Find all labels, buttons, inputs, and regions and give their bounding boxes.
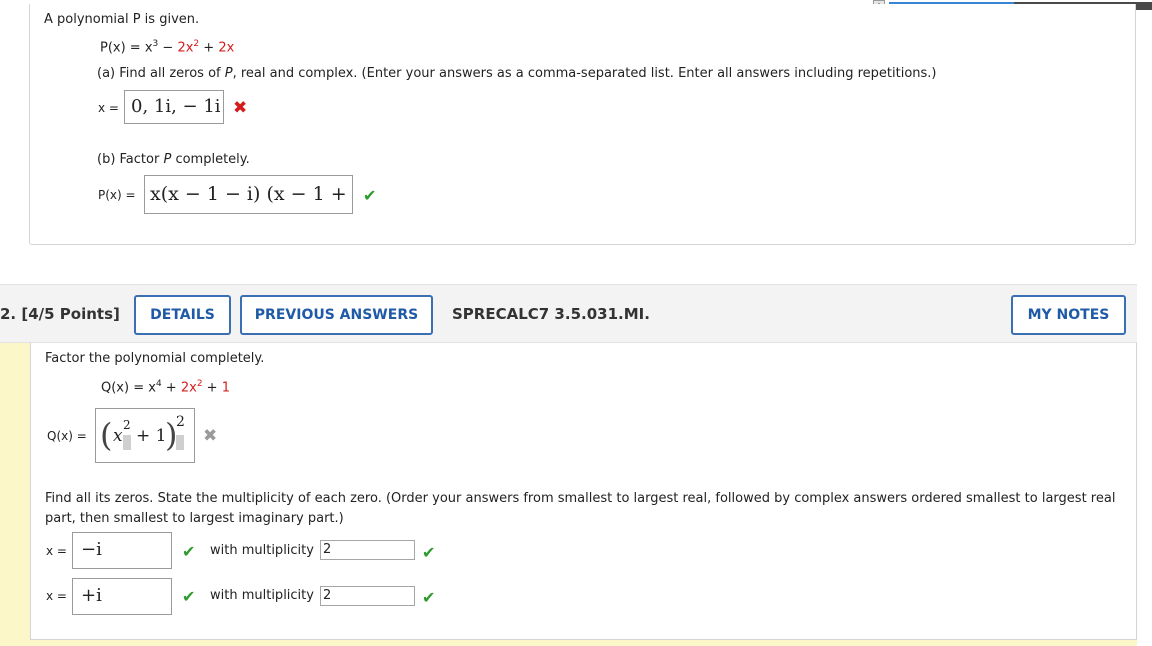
part-a-answer-box[interactable]: 0, 1i, − 1i bbox=[124, 90, 224, 124]
poly-term: x bbox=[144, 40, 153, 56]
multiplicity-2-input[interactable]: 2 bbox=[320, 586, 415, 606]
question-2-marker bbox=[0, 343, 30, 646]
poly-lhs: Q(x) = bbox=[101, 380, 149, 396]
question-2-bottom-strip bbox=[30, 640, 1137, 646]
zero-2-input[interactable]: +i bbox=[72, 578, 172, 615]
label-text: (a) Find all zeros of bbox=[97, 66, 225, 81]
poly-term: 1 bbox=[221, 380, 230, 396]
zeros-prompt: Find all its zeros. State the multiplici… bbox=[45, 491, 1116, 526]
correct-icon: ✔ bbox=[422, 543, 436, 562]
correct-icon: ✔ bbox=[363, 186, 377, 205]
poly-term: x bbox=[148, 380, 156, 396]
inner-exponent: 2 bbox=[123, 418, 131, 432]
poly-lhs: P(x) = bbox=[100, 40, 145, 56]
poly-term: 2x bbox=[177, 40, 194, 56]
question-code: SPRECALC7 3.5.031.MI. bbox=[452, 305, 650, 323]
label-var: P bbox=[224, 66, 233, 81]
incorrect-icon: ✖ bbox=[233, 98, 248, 118]
part-a-label: (a) Find all zeros of P, real and comple… bbox=[97, 66, 937, 81]
q2-prompt: Factor the polynomial completely. bbox=[45, 351, 265, 366]
cursor-placeholder bbox=[123, 435, 131, 450]
part-b-answer-box[interactable]: x(x − 1 − i) (x − 1 + i) bbox=[144, 175, 353, 214]
outer-exponent: 2 bbox=[176, 414, 185, 430]
q-number: 2. bbox=[0, 305, 17, 323]
correct-icon: ✔ bbox=[182, 587, 196, 606]
q2-polynomial: Q(x) = x4 + 2x2 + 1 bbox=[101, 379, 230, 395]
my-notes-button[interactable]: MY NOTES bbox=[1011, 295, 1126, 335]
multiplicity-1-input[interactable]: 2 bbox=[320, 540, 415, 560]
incorrect-icon: ✖ bbox=[203, 426, 218, 446]
label-text: completely. bbox=[171, 152, 250, 167]
factor-base: x bbox=[113, 426, 123, 446]
poly-term: 2x bbox=[218, 40, 235, 56]
multiplicity-label: with multiplicity bbox=[210, 588, 314, 603]
poly-term: 2x bbox=[180, 380, 197, 396]
q1-polynomial: P(x) = x3 − 2x2 + 2x bbox=[100, 39, 234, 55]
question-number: 2. [4/5 Points] bbox=[0, 305, 120, 323]
label-text: , real and complex. (Enter your answers … bbox=[232, 66, 937, 81]
poly-op: − bbox=[158, 40, 178, 56]
zero-1-input[interactable]: −i bbox=[72, 532, 172, 569]
left-paren: ( bbox=[100, 416, 113, 454]
zero-2-prefix: x = bbox=[46, 589, 67, 603]
label-text: (b) Factor bbox=[97, 152, 164, 167]
previous-answers-button[interactable]: PREVIOUS ANSWERS bbox=[240, 295, 433, 335]
part-a-prefix: x = bbox=[98, 101, 119, 115]
q1-prompt: A polynomial P is given. bbox=[44, 12, 200, 27]
factor-prefix: Q(x) = bbox=[47, 429, 87, 443]
factor-answer-box[interactable]: ( x 2 + 1 ) 2 bbox=[95, 408, 195, 463]
cursor-placeholder bbox=[176, 435, 184, 450]
details-button[interactable]: DETAILS bbox=[134, 295, 231, 335]
poly-op: + bbox=[199, 40, 219, 56]
poly-op: + bbox=[202, 380, 222, 396]
part-b-prefix: P(x) = bbox=[98, 188, 136, 202]
question-2-header: 2. [4/5 Points] DETAILS PREVIOUS ANSWERS… bbox=[0, 284, 1137, 343]
multiplicity-label: with multiplicity bbox=[210, 543, 314, 558]
correct-icon: ✔ bbox=[182, 542, 196, 561]
poly-op: + bbox=[161, 380, 181, 396]
zero-1-prefix: x = bbox=[46, 544, 67, 558]
q-points: [4/5 Points] bbox=[21, 305, 120, 323]
correct-icon: ✔ bbox=[422, 588, 436, 607]
part-b-label: (b) Factor P completely. bbox=[97, 152, 250, 167]
factor-plus-one: + 1 bbox=[136, 426, 167, 446]
